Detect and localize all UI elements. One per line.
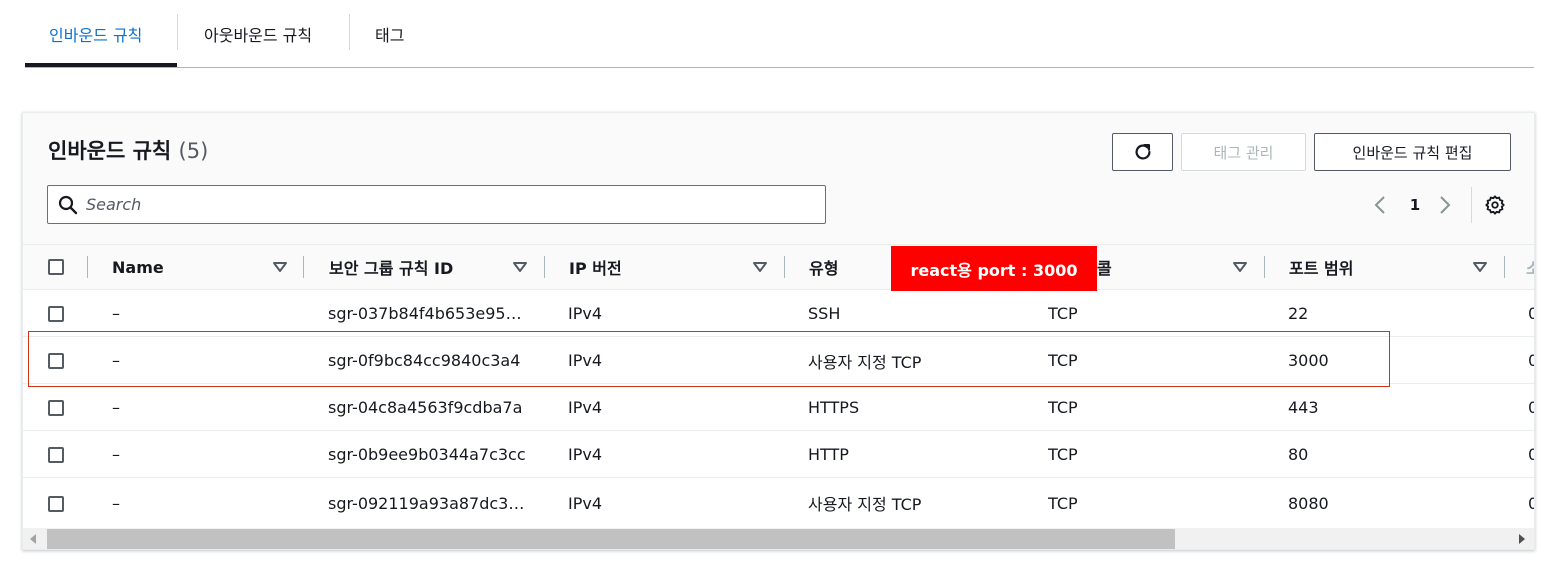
- cell-protocol: TCP: [1048, 351, 1078, 370]
- search-icon: [58, 195, 78, 215]
- cell-type: HTTPS: [808, 398, 860, 417]
- current-page-number[interactable]: 1: [1405, 193, 1425, 217]
- cell-protocol: TCP: [1048, 493, 1078, 513]
- cell-name: –: [112, 493, 120, 513]
- column-header-name[interactable]: Name: [112, 245, 164, 289]
- column-header-protocol[interactable]: 콜: [1097, 245, 1112, 289]
- manage-tags-button[interactable]: 태그 관리: [1181, 133, 1306, 171]
- column-divider: [87, 256, 88, 278]
- cell-source: 0: [1528, 337, 1534, 384]
- row-checkbox[interactable]: [48, 400, 64, 416]
- cell-port-range: 22: [1288, 304, 1309, 323]
- horizontal-scrollbar[interactable]: [23, 528, 1534, 549]
- cell-type: HTTP: [808, 445, 849, 464]
- row-checkbox[interactable]: [48, 447, 64, 463]
- rule-count: (5): [178, 139, 209, 163]
- cell-ip-version: IPv4: [568, 493, 603, 513]
- chevron-right-icon: [1440, 196, 1451, 214]
- tab-tags[interactable]: 태그: [375, 0, 404, 67]
- cell-type: 사용자 지정 TCP: [808, 495, 922, 514]
- cell-source: 0: [1528, 384, 1534, 431]
- scroll-left-button[interactable]: [27, 533, 39, 545]
- refresh-icon: [1135, 144, 1151, 160]
- column-divider[interactable]: [544, 256, 545, 278]
- column-header-rule-id[interactable]: 보안 그룹 규칙 ID: [329, 245, 453, 289]
- gear-icon: [1485, 195, 1505, 215]
- tab-outbound-rules[interactable]: 아웃바운드 규칙: [204, 0, 312, 67]
- cell-rule-id: sgr-04c8a4563f9cdba7a: [328, 398, 523, 417]
- cell-source: 0: [1528, 290, 1534, 337]
- pagination-divider: [1471, 187, 1472, 223]
- table-preferences-button[interactable]: [1484, 193, 1506, 217]
- cell-ip-version: IPv4: [568, 398, 603, 417]
- cell-type: SSH: [808, 304, 841, 323]
- cell-ip-version: IPv4: [568, 351, 603, 370]
- cell-port-range: 443: [1288, 398, 1319, 417]
- table-row[interactable]: – sgr-092119a93a87dc3… IPv4 사용자 지정 TCP T…: [23, 478, 1534, 525]
- cell-protocol: TCP: [1048, 445, 1078, 464]
- cell-port-range: 8080: [1288, 493, 1329, 513]
- column-divider[interactable]: [1264, 256, 1265, 278]
- table-row[interactable]: – sgr-037b84f4b653e95… IPv4 SSH TCP 22 0: [23, 290, 1534, 337]
- cell-name: –: [112, 445, 120, 464]
- cell-port-range: 80: [1288, 445, 1309, 464]
- cell-name: –: [112, 304, 120, 323]
- table-row[interactable]: – sgr-04c8a4563f9cdba7a IPv4 HTTPS TCP 4…: [23, 384, 1534, 431]
- caret-left-icon: [30, 534, 36, 544]
- row-checkbox[interactable]: [48, 306, 64, 322]
- tab-divider: [177, 14, 178, 50]
- search-input[interactable]: [86, 195, 806, 214]
- cell-rule-id: sgr-037b84f4b653e95…: [328, 304, 522, 323]
- scroll-right-button[interactable]: [1516, 533, 1528, 545]
- cell-port-range: 3000: [1288, 351, 1329, 370]
- column-header-port-range[interactable]: 포트 범위: [1289, 245, 1353, 289]
- tab-bar: 인바운드 규칙 아웃바운드 규칙 태그: [25, 0, 1534, 68]
- refresh-button[interactable]: [1112, 133, 1173, 171]
- row-checkbox[interactable]: [48, 496, 64, 512]
- cell-name: –: [112, 398, 120, 417]
- column-header-ip-version[interactable]: IP 버전: [569, 245, 622, 289]
- table-row[interactable]: – sgr-0b9ee9b0344a7c3cc IPv4 HTTP TCP 80…: [23, 431, 1534, 478]
- column-divider[interactable]: [784, 256, 785, 278]
- row-checkbox[interactable]: [48, 353, 64, 369]
- sort-down-icon[interactable]: [512, 259, 528, 275]
- sort-down-icon[interactable]: [1472, 259, 1488, 275]
- chevron-left-icon: [1374, 196, 1385, 214]
- previous-page-button[interactable]: [1370, 193, 1390, 217]
- panel-title-text: 인바운드 규칙: [48, 139, 172, 163]
- caret-right-icon: [1519, 534, 1525, 544]
- scrollbar-thumb[interactable]: [47, 529, 1175, 549]
- cell-rule-id: sgr-0b9ee9b0344a7c3cc: [328, 445, 526, 464]
- column-divider[interactable]: [1504, 256, 1505, 278]
- panel-title: 인바운드 규칙 (5): [48, 135, 208, 165]
- cell-protocol: TCP: [1048, 398, 1078, 417]
- search-box[interactable]: [47, 185, 826, 224]
- table-row[interactable]: – sgr-0f9bc84cc9840c3a4 IPv4 사용자 지정 TCP …: [23, 337, 1534, 384]
- inbound-rules-panel: 인바운드 규칙 (5) 태그 관리 인바운드 규칙 편집 Search 1 Na…: [22, 112, 1535, 550]
- cell-protocol: TCP: [1048, 304, 1078, 323]
- active-tab-indicator: [25, 63, 177, 67]
- cell-ip-version: IPv4: [568, 445, 603, 464]
- column-header-type[interactable]: 유형: [809, 245, 838, 289]
- next-page-button[interactable]: [1435, 193, 1455, 217]
- column-header-source[interactable]: 소: [1526, 245, 1534, 289]
- tab-inbound-rules[interactable]: 인바운드 규칙: [49, 0, 142, 67]
- sort-down-icon[interactable]: [752, 259, 768, 275]
- tab-divider: [349, 14, 350, 50]
- cell-name: –: [112, 351, 120, 370]
- cell-source: 0: [1528, 478, 1534, 528]
- edit-inbound-rules-button[interactable]: 인바운드 규칙 편집: [1314, 133, 1511, 171]
- annotation-label: react용 port : 3000: [891, 246, 1097, 291]
- cell-ip-version: IPv4: [568, 304, 603, 323]
- sort-down-icon[interactable]: [272, 259, 288, 275]
- column-divider[interactable]: [303, 256, 304, 278]
- cell-rule-id: sgr-092119a93a87dc3…: [328, 493, 525, 513]
- cell-source: 0: [1528, 431, 1534, 478]
- select-all-checkbox[interactable]: [48, 259, 64, 275]
- cell-rule-id: sgr-0f9bc84cc9840c3a4: [328, 351, 521, 370]
- panel-header: 인바운드 규칙 (5) 태그 관리 인바운드 규칙 편집 Search 1: [23, 113, 1534, 244]
- sort-down-icon[interactable]: [1232, 259, 1248, 275]
- table-header: Name 보안 그룹 규칙 ID IP 버전 유형 콜 포트 범위 소: [23, 244, 1534, 290]
- cell-type: 사용자 지정 TCP: [808, 352, 922, 372]
